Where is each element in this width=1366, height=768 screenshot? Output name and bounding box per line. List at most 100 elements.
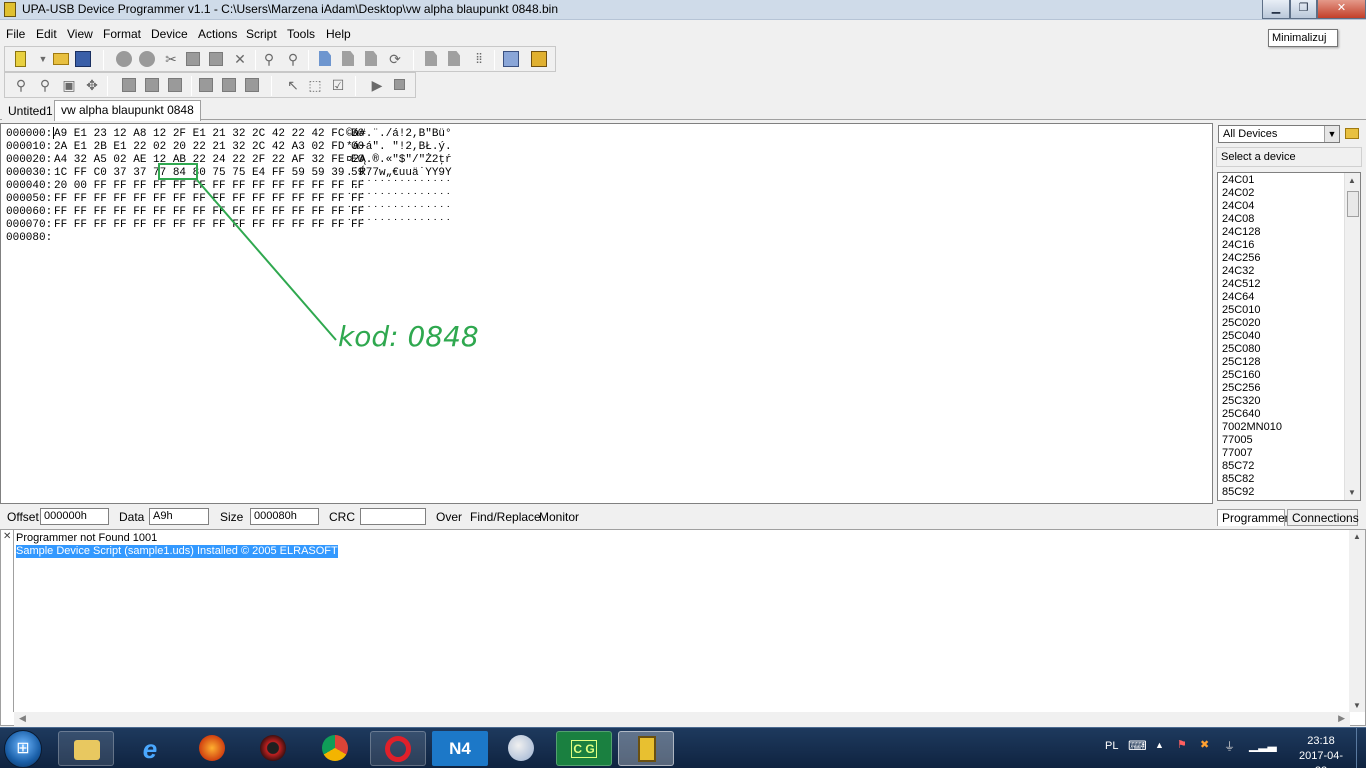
open-folder-icon[interactable] [53, 53, 69, 65]
tools-icon[interactable]: ✖ [1200, 738, 1209, 751]
dropdown-arrow-icon[interactable]: ▼ [35, 51, 51, 67]
paint-icon[interactable] [494, 731, 550, 766]
tab-programmer[interactable]: Programmer [1217, 509, 1289, 526]
run-icon[interactable]: ▶ [369, 77, 385, 93]
blank-page-2-icon[interactable] [448, 51, 460, 66]
tool-2-icon[interactable] [145, 78, 159, 92]
find-next-icon[interactable]: ⚲ [285, 51, 301, 67]
list-item[interactable]: 24C16 [1222, 239, 1254, 252]
new-chip-icon[interactable] [15, 51, 26, 67]
list-item[interactable]: 85C72 [1222, 460, 1254, 473]
tray-expand-icon[interactable]: ▲ [1155, 740, 1164, 750]
menu-view[interactable]: View [67, 27, 93, 41]
ie-icon[interactable]: e [122, 731, 178, 766]
show-desktop-button[interactable] [1356, 728, 1366, 768]
scroll-up-icon[interactable]: ▲ [1348, 176, 1356, 185]
device-list-scrollbar[interactable]: ▲ ▼ [1344, 173, 1360, 500]
save-icon[interactable] [75, 51, 91, 67]
list-item[interactable]: 77007 [1222, 447, 1253, 460]
list-item[interactable]: 24C32 [1222, 265, 1254, 278]
clock[interactable]: 23:18 2017-04-22 [1296, 734, 1346, 768]
size-field[interactable]: 000080h [250, 508, 319, 525]
list-item[interactable]: 25C020 [1222, 317, 1261, 330]
hex-editor[interactable]: 000000: A9 E1 23 12 A8 12 2F E1 21 32 2C … [0, 123, 1213, 504]
tool-5-icon[interactable] [222, 78, 236, 92]
menu-edit[interactable]: Edit [36, 27, 57, 41]
check-area-icon[interactable]: ☑ [330, 77, 346, 93]
grid-icon[interactable]: ⣿ [471, 51, 487, 67]
tab-untitled1[interactable]: Untited1 [2, 102, 59, 120]
scroll-down-icon[interactable]: ▼ [1348, 488, 1356, 497]
flag-icon[interactable]: ⚑ [1177, 738, 1187, 751]
menu-device[interactable]: Device [151, 27, 188, 41]
list-item[interactable]: 24C256 [1222, 252, 1261, 265]
chip-icon[interactable] [618, 731, 674, 766]
close-icon[interactable]: ✕ [3, 531, 11, 542]
document-icon[interactable] [319, 51, 331, 66]
signal-icon[interactable]: ▁▂▃ [1249, 738, 1277, 752]
menu-format[interactable]: Format [103, 27, 141, 41]
list-item[interactable]: 25C080 [1222, 343, 1261, 356]
menu-tools[interactable]: Tools [287, 27, 315, 41]
keyboard-icon[interactable]: ⌨ [1128, 738, 1147, 754]
zoom-out-icon[interactable]: ⚲ [37, 77, 53, 93]
opera-icon[interactable] [370, 731, 426, 766]
maximize-button[interactable]: ❐ [1290, 0, 1317, 19]
list-item[interactable]: 85C82 [1222, 473, 1254, 486]
crc-field[interactable] [360, 508, 426, 525]
n4-icon[interactable]: N4 [432, 731, 488, 766]
chrome-icon[interactable] [308, 731, 364, 766]
tool-3-icon[interactable] [168, 78, 182, 92]
tool-6-icon[interactable] [245, 78, 259, 92]
select-area-icon[interactable]: ⬚ [307, 77, 323, 93]
list-item[interactable]: 24C08 [1222, 213, 1254, 226]
explorer-icon[interactable] [58, 731, 114, 766]
log-pane[interactable]: ✕ Programmer not Found 1001 Sample Devic… [0, 529, 1366, 726]
menu-file[interactable]: File [6, 27, 25, 41]
scroll-down-icon[interactable]: ▼ [1353, 701, 1361, 710]
chevron-down-icon[interactable]: ▼ [1324, 126, 1339, 142]
device-filter-select[interactable]: All Devices ▼ [1218, 125, 1340, 143]
log-horizontal-scrollbar[interactable]: ◀ ▶ [14, 712, 1350, 726]
move-icon[interactable]: ✥ [84, 77, 100, 93]
scroll-right-icon[interactable]: ▶ [1338, 713, 1345, 724]
open-folder-icon[interactable] [1345, 128, 1359, 139]
tab-connections[interactable]: Connections [1287, 509, 1359, 526]
firefox-icon[interactable] [185, 731, 241, 766]
tool-4-icon[interactable] [199, 78, 213, 92]
scroll-up-icon[interactable]: ▲ [1353, 532, 1361, 541]
list-item[interactable]: 24C512 [1222, 278, 1261, 291]
cg-icon[interactable]: C G [556, 731, 612, 766]
close-button[interactable]: ✕ [1317, 0, 1366, 19]
list-item[interactable]: 25C160 [1222, 369, 1261, 382]
list-item[interactable]: 25C040 [1222, 330, 1261, 343]
monitor-button[interactable]: Monitor [539, 510, 579, 524]
list-item[interactable]: 77005 [1222, 434, 1253, 447]
device-list[interactable]: 24C01 24C02 24C04 24C08 24C128 24C16 24C… [1217, 172, 1361, 501]
language-indicator[interactable]: PL [1105, 740, 1118, 752]
list-item[interactable]: 25C010 [1222, 304, 1261, 317]
scroll-left-icon[interactable]: ◀ [19, 713, 26, 724]
menu-help[interactable]: Help [326, 27, 351, 41]
media-icon[interactable] [246, 731, 302, 766]
menu-script[interactable]: Script [246, 27, 277, 41]
list-item[interactable]: 24C128 [1222, 226, 1261, 239]
zoom-icon[interactable]: ⚲ [13, 77, 29, 93]
read-icon[interactable] [116, 51, 132, 67]
fit-icon[interactable]: ▣ [61, 77, 77, 93]
list-item[interactable]: 85C92 [1222, 486, 1254, 499]
delete-icon[interactable]: ✕ [232, 51, 248, 67]
log-vertical-scrollbar[interactable]: ▲ ▼ [1349, 530, 1365, 712]
scroll-thumb[interactable] [1347, 191, 1359, 217]
list-item[interactable]: 24C01 [1222, 174, 1254, 187]
list-item[interactable]: 25C128 [1222, 356, 1261, 369]
cut-icon[interactable]: ✂ [163, 51, 179, 67]
page-icon[interactable] [342, 51, 354, 66]
tool-1-icon[interactable] [122, 78, 136, 92]
list-item[interactable]: 25C256 [1222, 382, 1261, 395]
copy-icon[interactable] [186, 52, 200, 66]
tab-vw-alpha[interactable]: vw alpha blaupunkt 0848 [54, 100, 201, 121]
list-item[interactable]: 24C64 [1222, 291, 1254, 304]
offset-field[interactable]: 000000h [40, 508, 109, 525]
minimize-button[interactable]: ▁ [1262, 0, 1290, 19]
